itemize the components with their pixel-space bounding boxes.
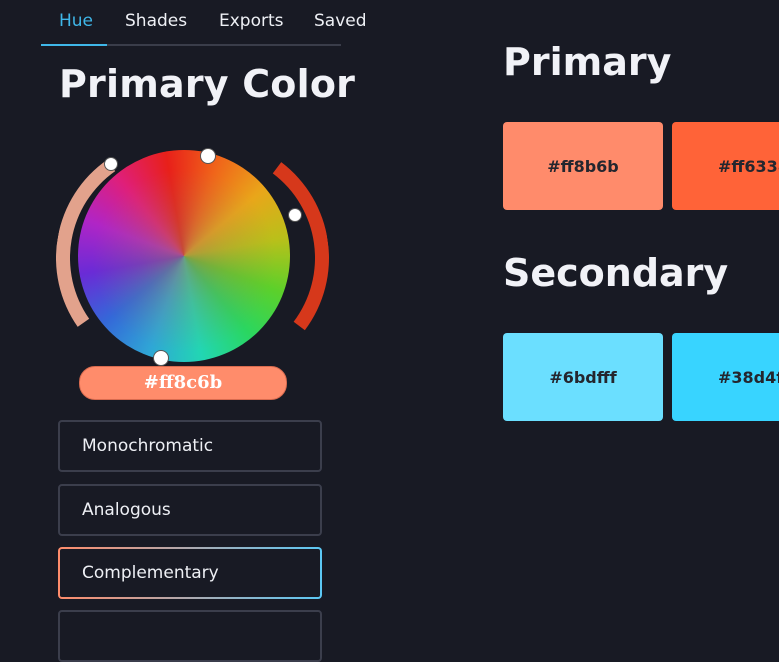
secondary-swatch-2[interactable]: #38d4f <box>672 333 779 421</box>
wheel-handle-primary[interactable] <box>200 148 216 164</box>
lightness-slider-handle[interactable] <box>288 208 302 222</box>
color-wheel-area <box>36 118 345 398</box>
tab-exports[interactable]: Exports <box>219 11 284 31</box>
secondary-swatch-1[interactable]: #6bdfff <box>503 333 663 421</box>
hex-value-field[interactable]: #ff8c6b <box>79 366 287 400</box>
tab-bar: Hue Shades Exports Saved <box>41 0 367 46</box>
wheel-handle-secondary[interactable] <box>153 350 169 366</box>
harmony-analogous-button[interactable]: Analogous <box>58 484 322 536</box>
primary-swatch-1[interactable]: #ff8b6b <box>503 122 663 210</box>
tab-hue[interactable]: Hue <box>59 11 93 31</box>
harmony-monochromatic-button[interactable]: Monochromatic <box>58 420 322 472</box>
page-title: Primary Color <box>59 62 356 106</box>
tab-shades[interactable]: Shades <box>125 11 187 31</box>
tab-saved[interactable]: Saved <box>314 11 367 31</box>
harmony-complementary-button[interactable]: Complementary <box>58 547 322 599</box>
primary-swatch-2[interactable]: #ff6338 <box>672 122 779 210</box>
saturation-slider-handle[interactable] <box>104 157 118 171</box>
primary-section-title: Primary <box>503 40 672 84</box>
color-wheel[interactable] <box>78 150 290 362</box>
active-tab-indicator <box>41 44 107 46</box>
secondary-section-title: Secondary <box>503 251 729 295</box>
harmony-next-button[interactable] <box>58 610 322 662</box>
